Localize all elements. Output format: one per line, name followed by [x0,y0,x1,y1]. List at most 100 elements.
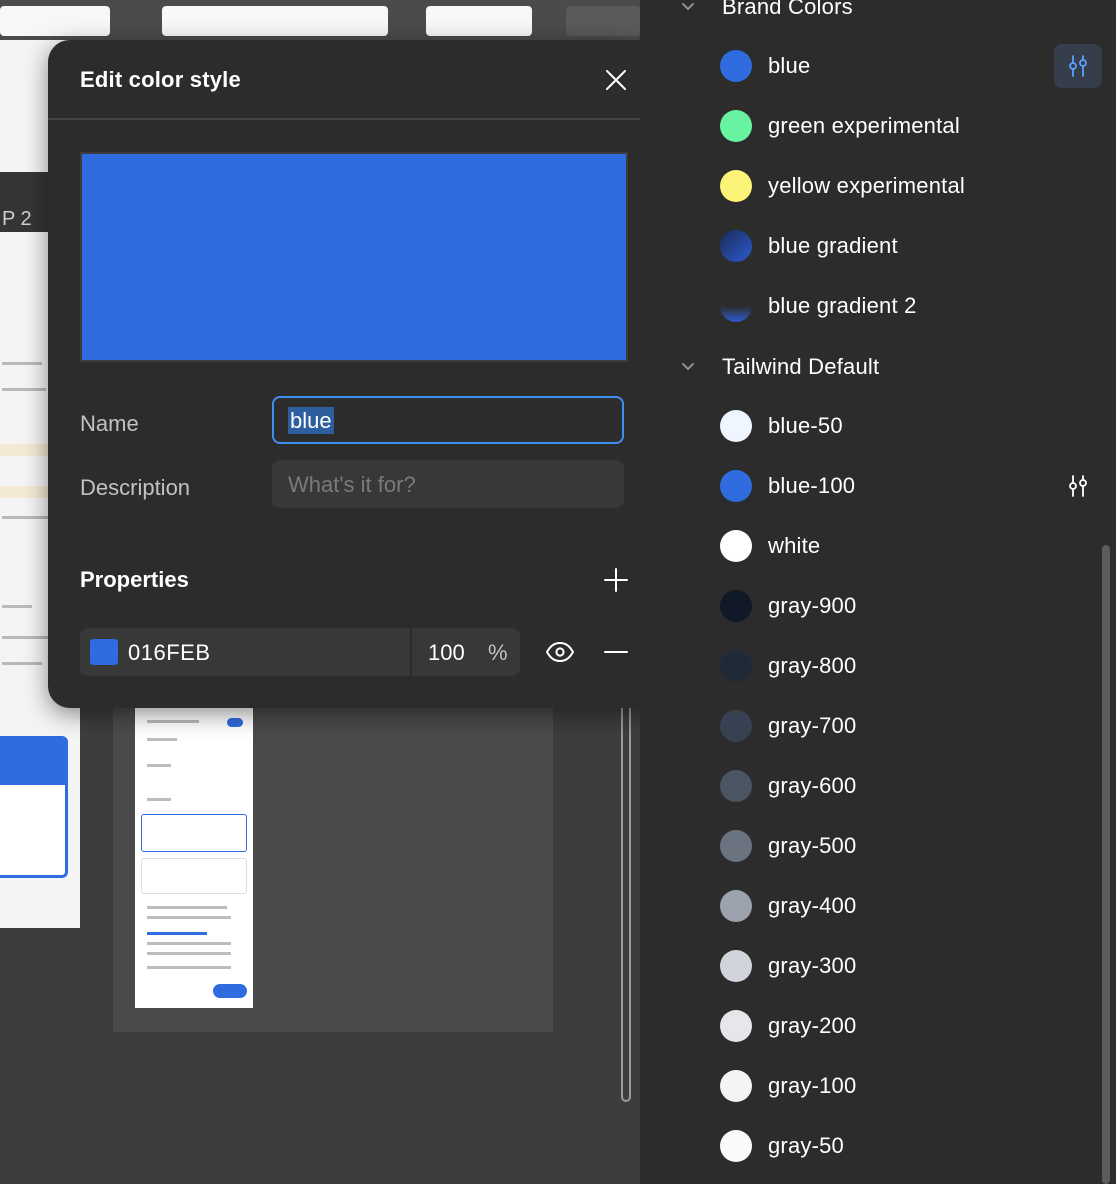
color-swatch [720,470,752,502]
color-style-item[interactable]: gray-600 [640,760,1116,812]
color-style-name: blue-50 [768,413,843,438]
color-style-item[interactable]: gray-800 [640,640,1116,692]
color-style-name: gray-600 [768,773,857,798]
style-group-header[interactable]: Tailwind Default [640,346,1116,386]
color-swatch [720,830,752,862]
color-style-name: gray-800 [768,653,857,678]
canvas-text-line [147,966,231,969]
color-style-item[interactable]: gray-900 [640,580,1116,632]
color-swatch [720,230,752,262]
color-style-item[interactable]: gray-400 [640,880,1116,932]
canvas-option-box [141,814,247,852]
canvas-card [162,6,388,36]
canvas-text-line [147,952,231,955]
edit-style-button[interactable] [1054,464,1102,508]
canvas-text-line [147,738,177,741]
canvas-frame-top [0,0,640,40]
canvas-text-line [147,906,227,909]
color-swatch [720,1130,752,1162]
color-swatch [720,710,752,742]
canvas-mobile-frame [135,704,253,1008]
color-style-name: gray-300 [768,953,857,978]
visibility-toggle-button[interactable] [544,636,576,668]
canvas-text-line [2,516,48,519]
color-style-name: gray-400 [768,893,857,918]
canvas-card [426,6,532,36]
color-swatch [720,1070,752,1102]
color-style-item[interactable]: white [640,520,1116,572]
chevron-down-icon [682,3,694,11]
canvas-text-line [2,362,42,365]
canvas-text-line [2,388,46,391]
canvas-option-box [141,858,247,894]
color-style-name: green experimental [768,113,960,138]
canvas-blue-card [0,736,68,878]
eye-icon [546,642,574,662]
properties-title: Properties [80,567,189,592]
color-style-name: yellow experimental [768,173,965,198]
canvas-continue-button [213,984,247,998]
dialog-title: Edit color style [80,67,241,92]
color-style-item[interactable]: blue-100 [640,460,1116,512]
color-swatch [720,950,752,982]
color-style-item[interactable]: blue-50 [640,400,1116,452]
color-swatch [720,890,752,922]
color-style-name: blue [768,53,811,78]
color-preview[interactable] [80,152,628,362]
canvas-text-line [147,916,231,919]
edit-style-button[interactable] [1054,44,1102,88]
canvas-toggle [227,718,243,727]
color-style-name: gray-200 [768,1013,857,1038]
color-style-item[interactable]: gray-500 [640,820,1116,872]
color-style-name: gray-100 [768,1073,857,1098]
canvas-card [566,6,640,36]
add-property-button[interactable] [600,564,632,596]
color-swatch [720,530,752,562]
color-style-name: white [768,533,821,558]
canvas-text-line [2,605,32,608]
canvas-scroll-outline [621,680,631,1102]
color-style-item[interactable]: blue gradient 2 [640,280,1116,332]
color-style-name: gray-500 [768,833,857,858]
color-swatch [720,590,752,622]
color-style-item[interactable]: gray-200 [640,1000,1116,1052]
adjustments-icon [1069,55,1087,77]
plus-icon [604,568,628,592]
color-swatch [720,290,752,322]
style-group-name: Brand Colors [722,0,853,19]
color-style-item[interactable]: gray-100 [640,1060,1116,1112]
color-style-item[interactable]: blue gradient [640,220,1116,272]
color-style-item[interactable]: yellow experimental [640,160,1116,212]
canvas-text-line [147,942,231,945]
color-style-name: gray-900 [768,593,857,618]
color-style-item[interactable]: blue [640,40,1116,92]
color-style-name: blue gradient [768,233,898,258]
color-style-item[interactable]: gray-700 [640,700,1116,752]
hex-value-input[interactable]: 016FEB [128,640,211,666]
color-style-item[interactable]: green experimental [640,100,1116,152]
description-input[interactable]: What's it for? [272,460,624,508]
color-styles-panel: Brand Colors blue green experimental yellow… [640,0,1116,1184]
remove-property-button[interactable] [600,636,632,668]
style-group-header[interactable]: Brand Colors [640,0,1116,26]
name-input[interactable]: blue [272,396,624,444]
canvas-card [0,6,110,36]
minus-icon [604,651,628,653]
color-style-name: gray-700 [768,713,857,738]
close-button[interactable] [600,64,632,96]
style-group-name: Tailwind Default [722,354,880,379]
edit-color-style-dialog: Edit color style Name blue Description W… [48,40,656,708]
color-style-name: blue-100 [768,473,856,498]
opacity-input[interactable]: 100 [428,640,465,666]
color-swatch-chip[interactable] [90,639,118,665]
color-style-item[interactable]: gray-300 [640,940,1116,992]
color-swatch [720,110,752,142]
chevron-down-icon [682,363,694,371]
color-swatch [720,170,752,202]
color-style-item[interactable]: gray-50 [640,1120,1116,1172]
dialog-header: Edit color style [48,40,656,120]
name-input-value: blue [288,407,334,434]
canvas-text-line [2,636,48,639]
canvas-text-line [147,798,171,801]
name-label: Name [80,411,139,436]
